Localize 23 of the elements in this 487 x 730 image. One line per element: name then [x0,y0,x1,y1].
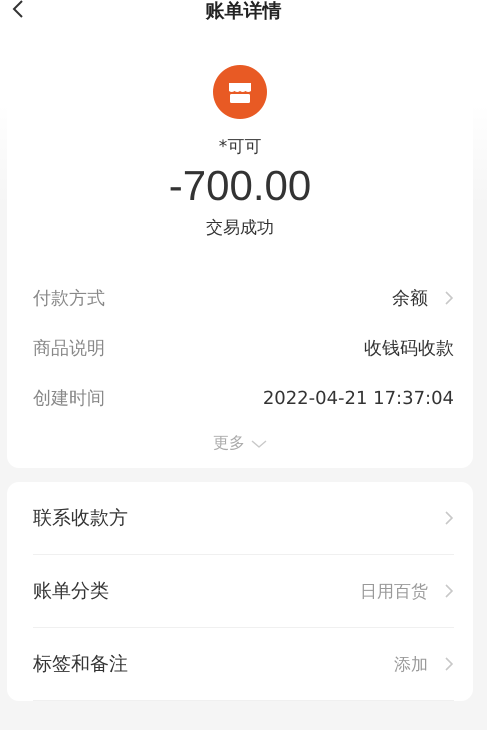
detail-value: 收钱码收款 [364,337,454,360]
list-item-label: 标签和备注 [33,652,128,677]
amount: -700.00 [168,162,312,210]
list-item[interactable]: 联系收款方 [33,482,454,555]
transaction-status: 交易成功 [206,217,274,239]
chevron-icon [444,656,454,672]
detail-label: 商品说明 [33,337,105,360]
detail-value: 余额 [392,287,428,310]
detail-value: 2022-04-21 17:37:04 [262,388,454,408]
list-item[interactable]: 标签和备注 添加 [33,628,454,701]
list-item-label: 联系收款方 [33,506,128,531]
list-item-value: 添加 [394,654,428,676]
payee-name: *可可 [218,136,262,158]
detail-label: 付款方式 [33,287,105,310]
chevron-icon [444,510,454,526]
list-item-label: 账单分类 [33,579,109,604]
chevron-icon [444,583,454,599]
page-title: 账单详情 [206,0,282,22]
chevron-icon [444,290,454,306]
list-item-value: 日用百货 [360,580,428,602]
detail-label: 创建时间 [33,387,105,410]
chevron-icon [251,438,267,448]
list-item[interactable]: 账单分类 日用百货 [33,555,454,628]
